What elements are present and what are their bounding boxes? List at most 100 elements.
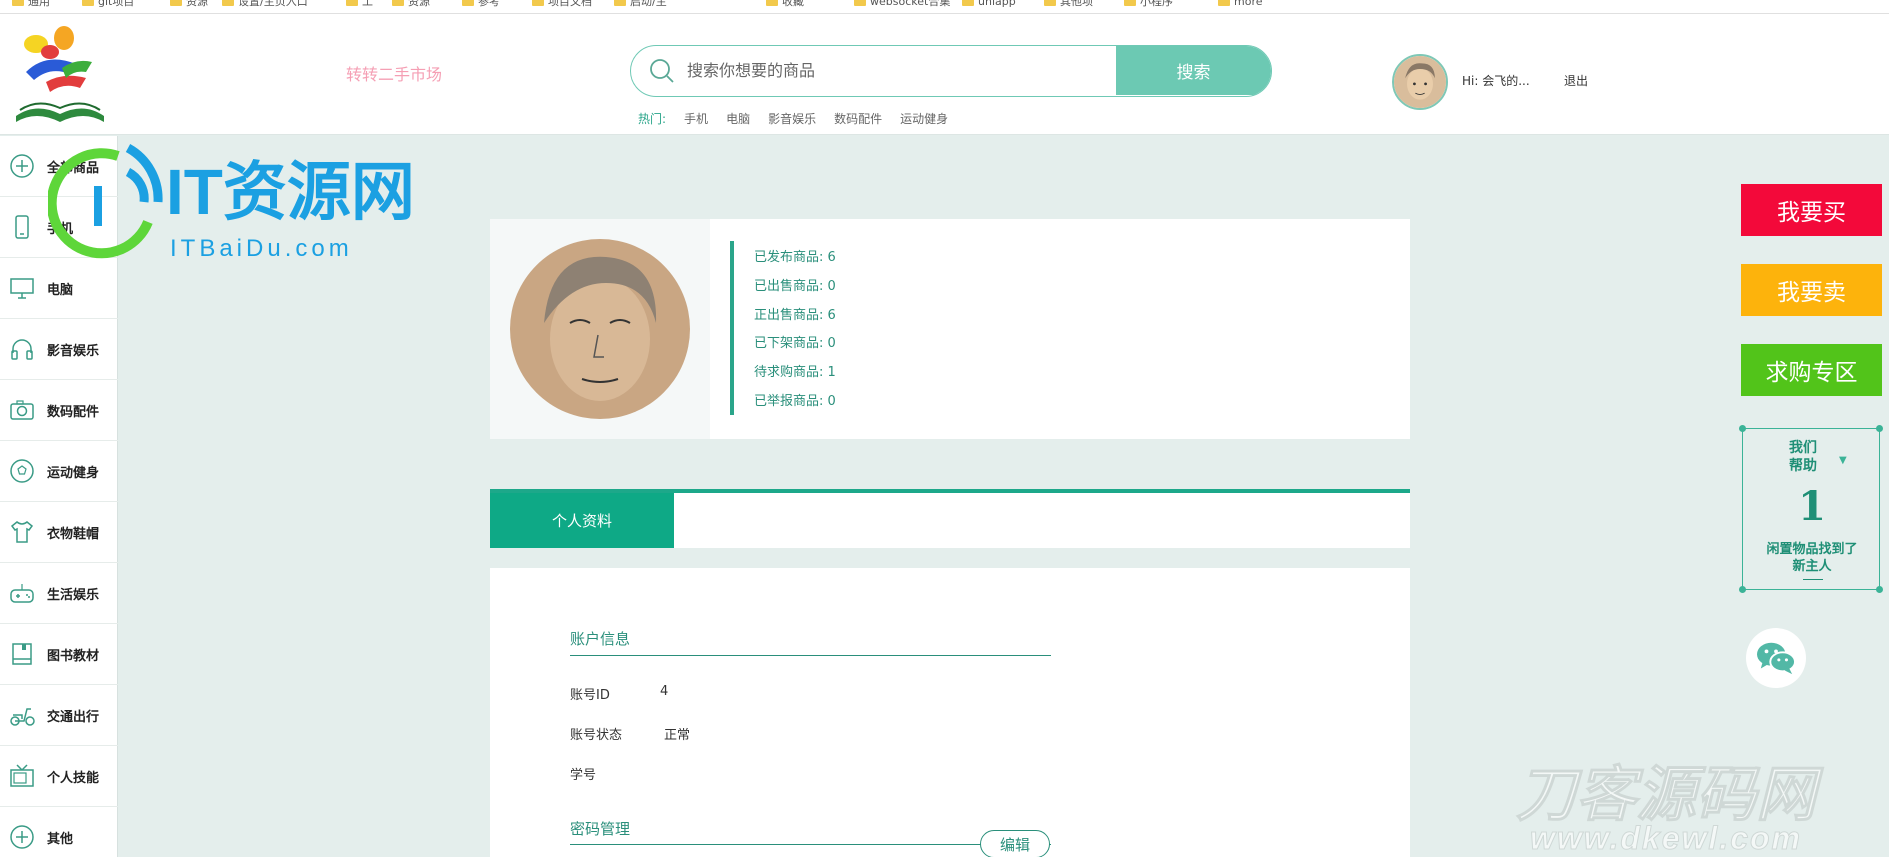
sidebar-item[interactable]: 交通出行 [0,685,118,746]
user-avatar[interactable] [1392,54,1448,110]
bookmark-label: 参考 [478,0,500,8]
help-text-line2: 新主人 [1792,559,1832,574]
bookmarks-bar: 通用 git项目 资源 设置/主页入口 工 资源 参考 项目文档 启动/主 收藏 websocket… [0,0,1889,14]
corner-dot [1739,586,1746,593]
hot-item[interactable]: 电脑 [726,110,750,127]
bookmark-item[interactable]: 资源 [170,0,208,8]
stats-divider [730,241,734,415]
bookmark-item[interactable]: 小程序 [1124,0,1173,8]
bookmark-label: uniapp [978,0,1016,8]
bookmark-item[interactable]: 资源 [392,0,430,8]
hot-searches: 热门: 手机 电脑 影音娱乐 数码配件 运动健身 [638,110,966,127]
bookmark-label: 收藏 [782,0,804,8]
bookmark-item[interactable]: git项目 [82,0,134,8]
caret-down-icon: ▼ [1839,455,1847,466]
sidebar-item[interactable]: 个人技能 [0,746,118,807]
sidebar-item-label: 交通出行 [47,709,100,725]
account-status-label: 账号状态 [570,728,623,743]
folder-icon [82,0,94,6]
sidebar-item[interactable]: 全部商品 [0,136,118,197]
buy-button[interactable]: 我要买 [1741,184,1882,236]
tab-personal-info[interactable]: 个人资料 [490,493,674,548]
bookmark-item[interactable]: 设置/主页入口 [222,0,308,8]
sidebar-item[interactable]: 生活娱乐 [0,563,118,624]
sidebar-item[interactable]: 数码配件 [0,380,118,441]
sidebar-item-label: 衣物鞋帽 [47,526,100,542]
sidebar-item[interactable]: 手机 [0,197,118,258]
bookmark-item[interactable]: 项目文档 [532,0,592,8]
it-watermark-sub: ITBaiDu.com [170,235,353,262]
bookmark-item[interactable]: 其他项 [1044,0,1093,8]
search-box: 搜索 [630,45,1272,97]
scooter-icon [8,701,36,729]
folder-icon [392,0,404,6]
bookmark-label: 通用 [28,0,50,8]
help-text-line1: 闲置物品找到了 [1766,542,1858,557]
sidebar-item[interactable]: 运动健身 [0,441,118,502]
folder-icon [962,0,974,6]
profile-avatar-area [490,219,710,439]
account-info-title: 账户信息 [570,630,631,648]
sidebar-item[interactable]: 电脑 [0,258,118,319]
student-id-label: 学号 [570,768,597,783]
bookmark-label: 项目文档 [548,0,592,8]
profile-avatar[interactable] [510,239,690,419]
bookmark-label: 启动/主 [630,0,667,8]
help-box[interactable]: 我们 帮助 ▼ 1 闲置物品找到了 新主人 [1739,425,1883,593]
stat-reported: 已举报商品: 0 [754,394,836,409]
bookmark-label: git项目 [98,0,135,8]
bookmark-label: websocket合集 [870,0,951,8]
headphones-icon [8,335,36,363]
bookmark-item[interactable]: 工 [346,0,373,8]
sidebar-item-label: 运动健身 [47,465,100,481]
folder-icon [1218,0,1230,6]
bookmark-item[interactable]: 收藏 [766,0,804,8]
sell-button[interactable]: 我要卖 [1741,264,1882,316]
folder-icon [346,0,358,6]
wechat-button[interactable] [1746,628,1806,688]
sidebar-item[interactable]: 图书教材 [0,624,118,685]
hot-item[interactable]: 运动健身 [900,110,948,127]
sidebar-item-label: 电脑 [47,282,74,298]
corner-dot [1739,425,1746,432]
sidebar-item[interactable]: 其他 [0,807,118,857]
bookmark-item[interactable]: websocket合集 [854,0,950,8]
bookmark-item[interactable]: 参考 [462,0,500,8]
football-icon [8,457,36,485]
sidebar-item-label: 全部商品 [47,160,100,176]
wanted-zone-button[interactable]: 求购专区 [1741,344,1882,396]
bookmark-item[interactable]: 启动/主 [614,0,667,8]
hot-item[interactable]: 手机 [684,110,708,127]
password-title: 密码管理 [570,820,631,838]
hot-item[interactable]: 数码配件 [834,110,882,127]
help-count: 1 [1798,483,1826,530]
user-greeting[interactable]: Hi: 会飞的... [1462,72,1530,89]
camera-icon [8,396,36,424]
dk-watermark-title: 刀客源码网 [1516,761,1824,828]
search-button[interactable]: 搜索 [1116,46,1271,95]
folder-icon [854,0,866,6]
logout-link[interactable]: 退出 [1564,72,1588,89]
gamepad-icon [8,579,36,607]
market-title[interactable]: 转转二手市场 [346,61,442,85]
search-input[interactable] [687,46,1137,95]
sidebar-item[interactable]: 衣物鞋帽 [0,502,118,563]
bookmark-item[interactable]: 通用 [12,0,50,8]
hot-item[interactable]: 影音娱乐 [768,110,816,127]
book-icon [8,640,36,668]
bookmark-item[interactable]: uniapp [962,0,1016,8]
bookmark-label: 资源 [408,0,430,8]
folder-icon [170,0,182,6]
stat-selling: 正出售商品: 6 [754,308,836,323]
dk-watermark: 刀客源码网 www.dkewl.com [1516,761,1825,856]
site-logo[interactable] [6,22,114,132]
password-divider [570,844,1051,845]
sidebar-item-label: 生活娱乐 [47,587,100,603]
edit-button[interactable]: 编辑 [980,830,1050,857]
sidebar-item[interactable]: 影音娱乐 [0,319,118,380]
bookmark-item[interactable]: more [1218,0,1263,8]
account-info-divider [570,655,1051,656]
dk-watermark-sub: www.dkewl.com [1530,820,1802,855]
help-text: 闲置物品找到了 新主人 [1743,541,1881,575]
sidebar-item-label: 其他 [47,831,74,847]
